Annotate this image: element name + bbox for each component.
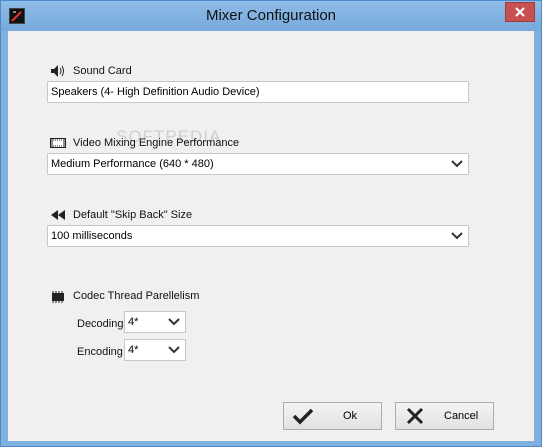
chevron-down-icon — [451, 232, 463, 240]
checkmark-icon — [292, 408, 314, 425]
mixer-configuration-window: Mixer Configuration SOFTPEDIA Sound Card… — [0, 0, 542, 447]
cancel-button-label: Cancel — [444, 410, 479, 422]
sound-card-label: Sound Card — [73, 65, 132, 77]
sound-card-field[interactable]: Speakers (4- High Definition Audio Devic… — [47, 81, 469, 103]
chevron-down-icon — [451, 160, 463, 168]
ok-button-label: Ok — [343, 410, 358, 422]
skip-back-select[interactable]: 100 milliseconds — [47, 225, 469, 247]
x-icon — [406, 407, 424, 425]
close-icon — [515, 7, 525, 17]
video-engine-select[interactable]: Medium Performance (640 * 480) — [47, 153, 469, 175]
film-icon — [50, 138, 66, 148]
title-bar[interactable]: Mixer Configuration — [1, 1, 541, 31]
encoding-label: Encoding — [77, 346, 123, 358]
decoding-label: Decoding — [77, 318, 124, 330]
decoding-value: 4* — [128, 316, 139, 328]
video-engine-label: Video Mixing Engine Performance — [73, 137, 240, 149]
close-button[interactable] — [505, 2, 535, 22]
codec-label: Codec Thread Parellelism — [73, 290, 200, 302]
skip-back-value: 100 milliseconds — [51, 230, 133, 242]
window-title: Mixer Configuration — [205, 7, 337, 24]
skip-back-label: Default "Skip Back" Size — [73, 209, 193, 221]
video-engine-value: Medium Performance (640 * 480) — [51, 158, 214, 170]
rewind-icon — [51, 210, 65, 220]
encoding-value: 4* — [128, 344, 139, 356]
ok-button[interactable]: Ok — [283, 402, 382, 430]
speaker-icon — [51, 65, 64, 77]
chip-icon — [52, 291, 64, 303]
encoding-select[interactable]: 4* — [124, 339, 186, 361]
dialog-body: SOFTPEDIA Sound Card Speakers (4- High D… — [8, 31, 534, 441]
chevron-down-icon — [168, 318, 180, 326]
chevron-down-icon — [168, 346, 180, 354]
decoding-select[interactable]: 4* — [124, 311, 186, 333]
cancel-button[interactable]: Cancel — [395, 402, 494, 430]
